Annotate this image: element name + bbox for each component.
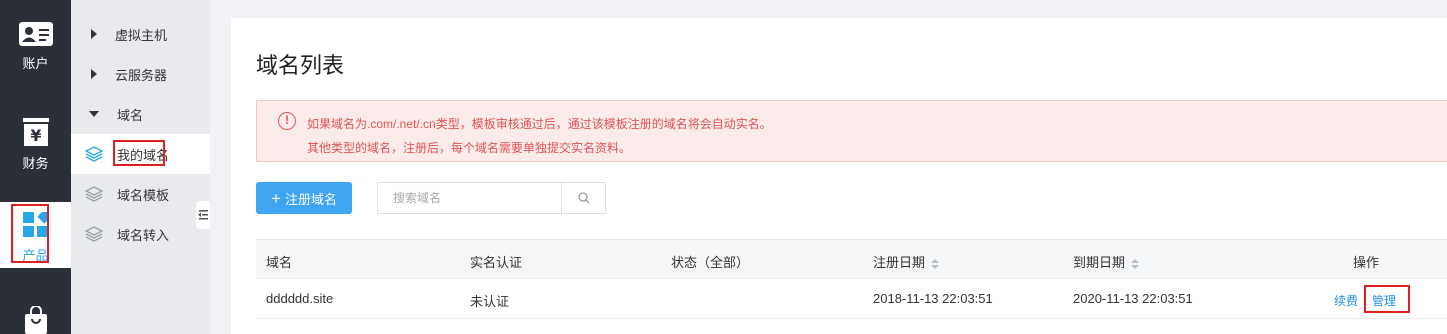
caret-right-icon (91, 69, 97, 79)
id-card-icon (18, 22, 53, 46)
col-exp-date[interactable]: 到期日期 (1073, 252, 1140, 271)
table-row: dddddd.site 未认证 2018-11-13 22:03:51 2020… (256, 279, 1447, 319)
col-reg-date-label: 注册日期 (873, 255, 926, 270)
shopping-bag-icon (24, 305, 47, 334)
sidebar-item-label: 域名转入 (117, 227, 170, 243)
cell-verify: 未认证 (470, 294, 510, 309)
info-icon: ! (278, 112, 296, 130)
nav-account-label: 账户 (22, 56, 49, 71)
collapse-icon (198, 210, 208, 220)
col-status-filter[interactable]: 状态（全部） (671, 252, 749, 271)
nav-finance-label: 财务 (22, 156, 49, 171)
layers-icon (85, 226, 103, 242)
cell-reg-date: 2018-11-13 22:03:51 (873, 291, 993, 306)
highlight-box-my-domains (113, 140, 165, 166)
sidebar-item-domain-transfer[interactable]: 域名转入 (71, 214, 210, 254)
sidebar-group-label: 虚拟主机 (115, 27, 168, 43)
nav-account[interactable]: 账户 (0, 22, 71, 72)
layers-icon (85, 186, 103, 202)
notice-banner: ! 如果域名为.com/.net/.cn类型，模板审核通过后，通过该模板注册的域… (256, 100, 1447, 162)
col-actions: 操作 (1353, 255, 1380, 270)
search-icon (577, 192, 589, 204)
col-domain: 域名 (266, 255, 293, 270)
caret-down-icon (89, 111, 99, 117)
search-input[interactable] (378, 183, 562, 213)
plus-icon: + (271, 188, 281, 208)
svg-text:¥: ¥ (30, 126, 41, 145)
col-verify: 实名认证 (470, 255, 523, 270)
nav-shop[interactable] (0, 305, 71, 334)
sidebar-group-virtual-host[interactable]: 虚拟主机 (71, 14, 210, 54)
notice-line-2: 其他类型的域名，注册后，每个域名需要单独提交实名资料。 (307, 141, 632, 155)
col-exp-date-label: 到期日期 (1073, 255, 1126, 270)
sort-icon (1131, 258, 1140, 269)
register-domain-button[interactable]: + 注册域名 (256, 182, 352, 214)
yen-icon: ¥ (22, 118, 49, 146)
product-sidebar: 虚拟主机 云服务器 域名 我的域名 域名模板 域名转入 (71, 0, 210, 334)
sidebar-collapse-toggle[interactable] (196, 201, 210, 229)
main-panel: 域名列表 ! 如果域名为.com/.net/.cn类型，模板审核通过后，通过该模… (231, 18, 1447, 334)
renew-link[interactable]: 续费 (1334, 292, 1358, 309)
domain-search (377, 182, 606, 214)
sort-icon (931, 258, 940, 269)
sidebar-item-label: 域名模板 (117, 187, 170, 203)
sidebar-item-domain-templates[interactable]: 域名模板 (71, 174, 210, 214)
table-header: 域名 实名认证 状态（全部） 注册日期 到期日期 操作 (256, 239, 1447, 279)
sidebar-group-label: 云服务器 (115, 67, 168, 83)
highlight-box-product (11, 204, 49, 263)
sidebar-group-domain[interactable]: 域名 (71, 94, 210, 134)
highlight-box-manage (1364, 285, 1410, 313)
cell-exp-date: 2020-11-13 22:03:51 (1073, 291, 1193, 306)
layers-icon (85, 146, 103, 162)
register-domain-label: 注册域名 (284, 191, 337, 207)
search-button[interactable] (561, 183, 605, 213)
cell-domain: dddddd.site (266, 291, 334, 306)
col-reg-date[interactable]: 注册日期 (873, 252, 940, 271)
caret-right-icon (91, 29, 97, 39)
main-nav-rail: 账户 ¥ 财务 产品 (0, 0, 71, 334)
table-row-partial (256, 319, 1447, 334)
sidebar-group-label: 域名 (117, 107, 144, 123)
notice-line-1: 如果域名为.com/.net/.cn类型，模板审核通过后，通过该模板注册的域名将… (307, 117, 772, 131)
page-title: 域名列表 (256, 53, 345, 78)
sidebar-group-cloud-server[interactable]: 云服务器 (71, 54, 210, 94)
nav-finance[interactable]: ¥ 财务 (0, 118, 71, 172)
